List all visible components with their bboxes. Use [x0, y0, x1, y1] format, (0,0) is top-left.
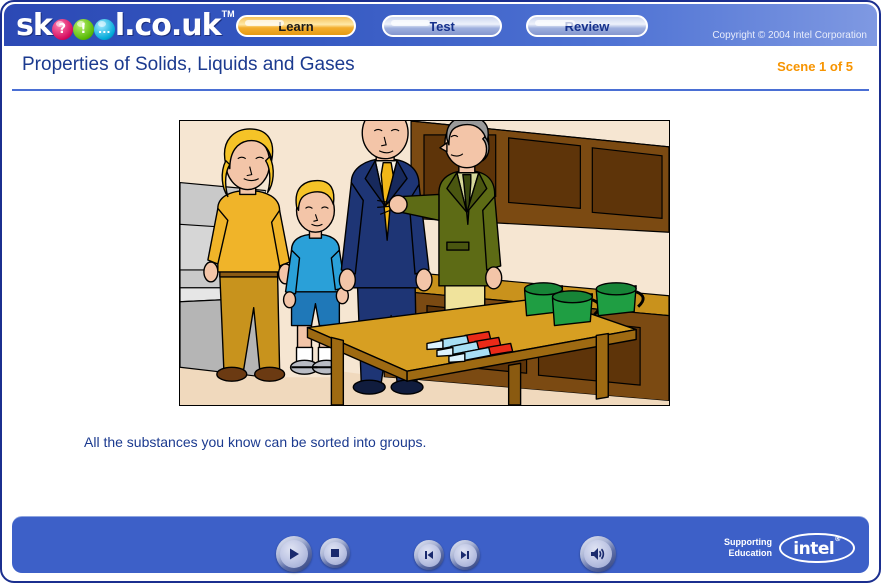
intel-logo-icon: intel® [779, 533, 855, 563]
logo-text-prefix: sk [16, 8, 53, 43]
tab-learn[interactable]: Learn [236, 15, 356, 37]
play-icon [280, 540, 308, 568]
skip-previous-icon [417, 543, 441, 567]
stop-button[interactable] [320, 538, 350, 568]
play-button[interactable] [276, 536, 312, 572]
intel-branding: Supporting Education intel® [724, 533, 855, 563]
supporting-line-1: Supporting [724, 537, 772, 547]
supporting-education-text: Supporting Education [724, 537, 772, 559]
page-title: Properties of Solids, Liquids and Gases [22, 54, 355, 75]
tab-review[interactable]: Review [526, 15, 648, 37]
copyright-notice: Copyright © 2004 Intel Corporation [712, 30, 867, 41]
illustration-svg [180, 121, 669, 405]
lesson-illustration [179, 120, 670, 406]
header-bar: sk ? ! ... l.co.uk TM Learn Test Review … [4, 4, 877, 46]
volume-button[interactable] [580, 536, 616, 572]
stop-icon [323, 541, 347, 565]
tab-learn-label: Learn [278, 18, 314, 34]
supporting-line-2: Education [728, 548, 772, 558]
logo-ball-question-icon: ? [51, 18, 73, 40]
title-row: Properties of Solids, Liquids and Gases … [4, 46, 877, 90]
speaker-icon [584, 540, 612, 568]
intel-wordmark: intel® [793, 535, 841, 559]
title-divider [12, 89, 869, 91]
lesson-caption: All the substances you know can be sorte… [84, 434, 427, 450]
tab-test-label: Test [429, 18, 455, 34]
logo-ball-exclamation-icon: ! [72, 18, 94, 40]
tab-test[interactable]: Test [382, 15, 502, 37]
scene-counter: Scene 1 of 5 [777, 59, 853, 74]
logo-ball-ellipsis-icon: ... [93, 18, 115, 40]
application-window: sk ? ! ... l.co.uk TM Learn Test Review … [0, 0, 881, 583]
next-button[interactable] [450, 540, 480, 570]
tab-review-label: Review [564, 18, 610, 34]
logo-text-suffix: l.co.uk [114, 8, 222, 43]
logo-trademark: TM [221, 9, 235, 19]
skip-next-icon [453, 543, 477, 567]
skoool-logo[interactable]: sk ? ! ... l.co.uk TM [16, 8, 235, 43]
previous-button[interactable] [414, 540, 444, 570]
